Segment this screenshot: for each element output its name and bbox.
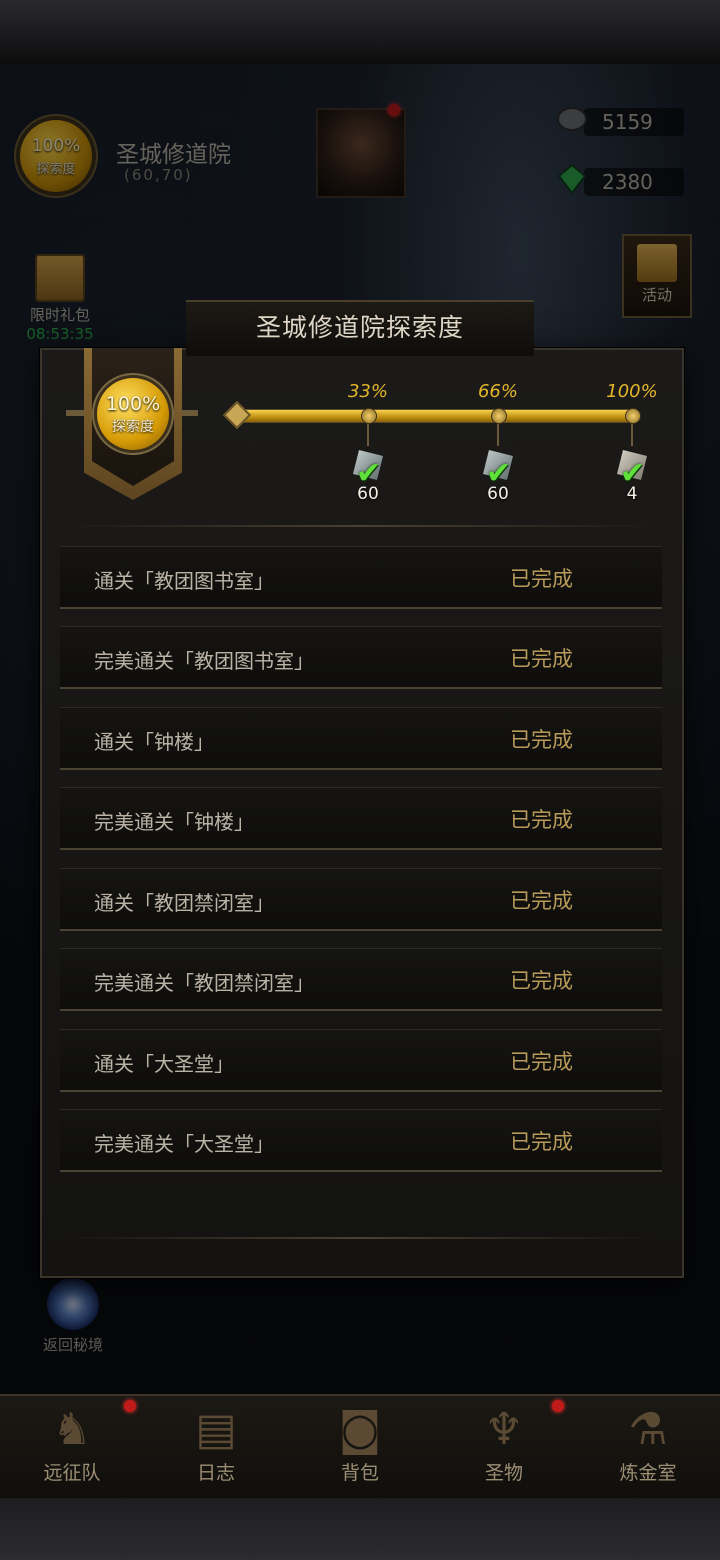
chalice-icon: ♆ xyxy=(484,1404,524,1455)
milestone-stem xyxy=(367,424,369,446)
task-status: 已完成 xyxy=(510,889,573,913)
task-status: 已完成 xyxy=(510,1050,573,1074)
milestone-percent: 66% xyxy=(477,381,518,402)
panel-exploration-percent: 100% xyxy=(105,392,161,415)
panel-exploration-medal: 100% 探索度 xyxy=(97,378,169,450)
task-status: 已完成 xyxy=(510,647,573,671)
nav-expedition[interactable]: ♞ 远征队 xyxy=(0,1396,144,1500)
nav-label: 日志 xyxy=(196,1462,235,1484)
milestone-dot xyxy=(491,408,507,424)
milestone-dot xyxy=(361,408,377,424)
panel-exploration-label: 探索度 xyxy=(112,418,154,435)
exploration-progress-bar xyxy=(238,409,636,423)
nav-backpack[interactable]: ◙ 背包 xyxy=(288,1396,432,1500)
task-name: 通关「钟楼」 xyxy=(94,730,214,754)
relics-notification-dot xyxy=(552,1400,564,1412)
task-name: 通关「教团图书室」 xyxy=(94,569,274,593)
milestone-stem xyxy=(631,424,633,446)
reward-count: 60 xyxy=(357,484,379,504)
task-row: 通关「教团图书室」 已完成 xyxy=(60,546,662,609)
panel-divider xyxy=(62,525,658,527)
milestone-stem xyxy=(497,424,499,446)
exploration-progress-fill xyxy=(239,410,635,422)
task-status: 已完成 xyxy=(510,1130,573,1154)
nav-label: 圣物 xyxy=(484,1462,523,1484)
task-status: 已完成 xyxy=(510,808,573,832)
task-name: 通关「大圣堂」 xyxy=(94,1052,234,1076)
backpack-icon: ◙ xyxy=(338,1404,382,1455)
milestone-reward[interactable]: ✔ 60 xyxy=(340,446,396,506)
task-row: 通关「教团禁闭室」 已完成 xyxy=(60,868,662,931)
task-status: 已完成 xyxy=(510,567,573,591)
task-status: 已完成 xyxy=(510,728,573,752)
task-name: 通关「教团禁闭室」 xyxy=(94,891,274,915)
task-row: 完美通关「教团禁闭室」 已完成 xyxy=(60,948,662,1011)
task-row: 完美通关「大圣堂」 已完成 xyxy=(60,1109,662,1172)
milestone-percent: 33% xyxy=(347,381,388,402)
reward-count: 4 xyxy=(626,484,638,504)
milestone-dot xyxy=(625,408,641,424)
task-name: 完美通关「教团禁闭室」 xyxy=(94,971,314,995)
task-row: 完美通关「教团图书室」 已完成 xyxy=(60,626,662,689)
bottom-navigation: ♞ 远征队 ▤ 日志 ◙ 背包 ♆ 圣物 ⚗ 炼金室 xyxy=(0,1394,720,1500)
milestone-percent: 100% xyxy=(606,381,658,402)
task-status: 已完成 xyxy=(510,969,573,993)
panel-bottom-divider xyxy=(62,1237,658,1239)
nav-relics[interactable]: ♆ 圣物 xyxy=(432,1396,576,1500)
panel-title: 圣城修道院探索度 xyxy=(255,313,464,342)
nav-label: 远征队 xyxy=(43,1462,101,1484)
nav-label: 炼金室 xyxy=(619,1462,677,1484)
milestone-reward[interactable]: ✔ 60 xyxy=(470,446,526,506)
task-row: 通关「大圣堂」 已完成 xyxy=(60,1029,662,1092)
nav-journal[interactable]: ▤ 日志 xyxy=(144,1396,288,1500)
task-name: 完美通关「钟楼」 xyxy=(94,810,254,834)
nav-alchemy[interactable]: ⚗ 炼金室 xyxy=(576,1396,720,1500)
nav-label: 背包 xyxy=(340,1462,379,1484)
milestone-reward[interactable]: ✔ 4 xyxy=(604,446,660,506)
alchemy-icon: ⚗ xyxy=(628,1404,668,1455)
task-row: 完美通关「钟楼」 已完成 xyxy=(60,787,662,850)
horned-helmet-icon: ♞ xyxy=(52,1404,92,1455)
map-scroll-icon: ▤ xyxy=(195,1404,237,1455)
reward-count: 60 xyxy=(487,484,509,504)
task-name: 完美通关「大圣堂」 xyxy=(94,1132,274,1156)
task-name: 完美通关「教团图书室」 xyxy=(94,649,314,673)
bottom-frame xyxy=(0,1498,720,1560)
top-frame xyxy=(0,0,720,66)
task-row: 通关「钟楼」 已完成 xyxy=(60,707,662,770)
expedition-notification-dot xyxy=(124,1400,136,1412)
